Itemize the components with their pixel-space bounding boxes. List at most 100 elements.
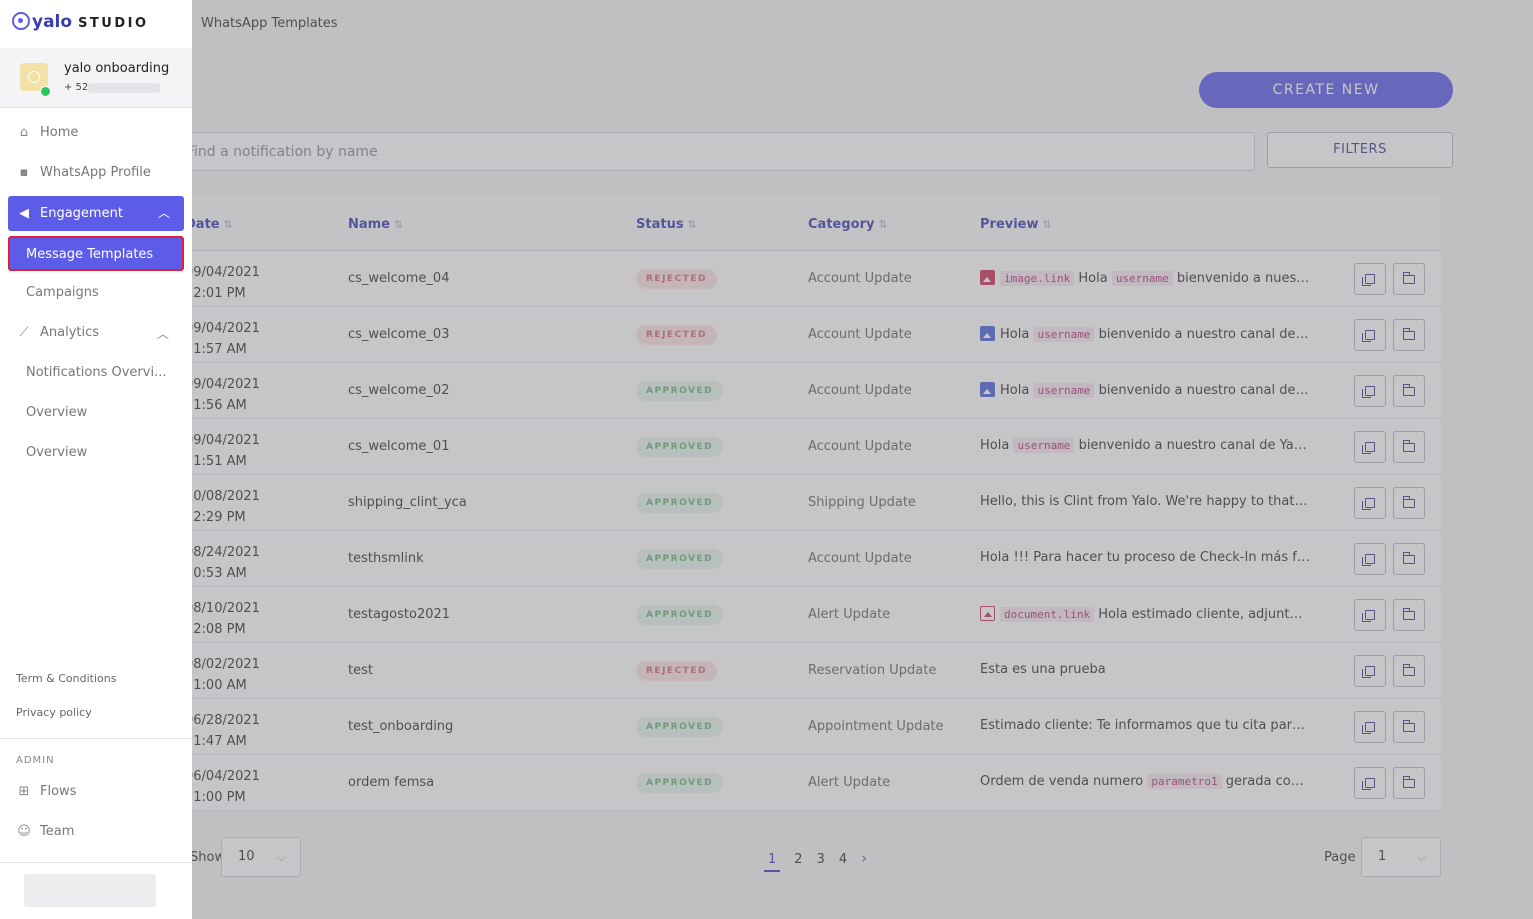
whatsapp-icon [40, 86, 51, 97]
duplicate-button[interactable] [1354, 375, 1386, 407]
header-name[interactable]: Name ⇅ [348, 217, 403, 232]
table-row[interactable]: 09/04/2021 11:56 AM cs_welcome_02 APPROVED A… [150, 363, 1441, 419]
archive-button[interactable] [1393, 543, 1425, 575]
table-row[interactable]: 08/02/2021 11:00 AM test REJECTED Reservatio… [150, 643, 1441, 699]
template-variable: image.link [1000, 271, 1075, 286]
chevron-up-icon[interactable]: ︿ [157, 325, 169, 342]
search-input[interactable] [151, 133, 1254, 170]
status-badge: APPROVED [636, 717, 724, 737]
divider [0, 738, 192, 739]
archive-button[interactable] [1393, 599, 1425, 631]
status-badge: REJECTED [636, 325, 717, 345]
filters-button[interactable]: FILTERS [1267, 132, 1453, 168]
sidebar-item-analytics[interactable]: ⟋ Analytics [16, 323, 99, 343]
row-preview: Esta es una prueba [980, 662, 1310, 677]
table-row[interactable]: 09/04/2021 12:01 PM cs_welcome_04 REJECTED A… [150, 251, 1441, 307]
page-number[interactable]: 4 [839, 852, 847, 870]
page-number[interactable]: 3 [817, 852, 825, 870]
sidebar-item-overview[interactable]: Overview [26, 405, 87, 420]
preview-text: Hola estimado cliente, adjunto a ... [1094, 607, 1310, 622]
duplicate-button[interactable] [1354, 767, 1386, 799]
sidebar-item-whatsapp-profile[interactable]: ▪ WhatsApp Profile [16, 163, 151, 183]
row-name: testhsmlink [348, 551, 424, 566]
preview-text: bienvenido a nuestro canal de Yalo... [1098, 327, 1310, 342]
copy-icon [1362, 778, 1375, 790]
duplicate-button[interactable] [1354, 711, 1386, 743]
terms-link[interactable]: Term & Conditions [16, 672, 116, 685]
table-row[interactable]: 08/10/2021 12:08 PM testagosto2021 APPROVED… [150, 587, 1441, 643]
archive-button[interactable] [1393, 767, 1425, 799]
row-preview: document.link Hola estimado cliente, adj… [980, 606, 1310, 622]
status-badge: APPROVED [636, 381, 724, 401]
row-category: Alert Update [808, 775, 891, 790]
chevron-down-icon: ⌵ [276, 850, 286, 864]
row-date: 06/28/2021 11:47 AM [185, 713, 260, 749]
table-row[interactable]: 08/24/2021 10:53 AM testhsmlink APPROVED Acc… [150, 531, 1441, 587]
status-badge: REJECTED [636, 269, 717, 289]
row-category: Account Update [808, 271, 912, 286]
folder-icon [1403, 776, 1415, 788]
row-date: 09/04/2021 12:01 PM [185, 265, 260, 301]
sidebar-item-overview-2[interactable]: Overview [26, 445, 87, 460]
chevron-right-icon[interactable]: › [861, 849, 867, 870]
duplicate-button[interactable] [1354, 487, 1386, 519]
pagination: 1 2 3 4 › [764, 849, 881, 872]
privacy-link[interactable]: Privacy policy [16, 706, 92, 719]
row-date: 08/10/2021 12:08 PM [185, 601, 260, 637]
copy-icon [1362, 274, 1375, 286]
sidebar-item-home[interactable]: ⌂ Home [16, 123, 79, 143]
row-category: Account Update [808, 551, 912, 566]
row-preview: Hola username bienvenido a nuestro canal… [980, 438, 1310, 453]
duplicate-button[interactable] [1354, 543, 1386, 575]
copy-icon [1362, 498, 1375, 510]
page-number[interactable]: 2 [794, 852, 802, 870]
table-row[interactable]: 09/04/2021 11:57 AM cs_welcome_03 REJECTED A… [150, 307, 1441, 363]
table-row[interactable]: 10/08/2021 12:29 PM shipping_clint_yca APPR… [150, 475, 1441, 531]
page-select[interactable]: 1 ⌵ [1361, 837, 1441, 877]
header-preview[interactable]: Preview ⇅ [980, 217, 1052, 232]
row-date: 08/24/2021 10:53 AM [185, 545, 260, 581]
sidebar-item-notifications-overview[interactable]: Notifications Overvi... [26, 365, 166, 380]
table-row[interactable]: 09/04/2021 11:51 AM cs_welcome_01 APPROVED A… [150, 419, 1441, 475]
search-box [150, 132, 1255, 171]
sort-icon: ⇅ [878, 218, 888, 231]
preview-text: gerada com su... [1225, 774, 1310, 789]
row-category: Reservation Update [808, 663, 937, 678]
user-profile-redacted[interactable] [24, 874, 156, 907]
sidebar-item-campaigns[interactable]: Campaigns [26, 285, 99, 300]
duplicate-button[interactable] [1354, 655, 1386, 687]
sidebar-item-flows[interactable]: ⊞ Flows [16, 782, 77, 802]
duplicate-button[interactable] [1354, 431, 1386, 463]
archive-button[interactable] [1393, 711, 1425, 743]
table-row[interactable]: 06/28/2021 11:47 AM test_onboarding APPROVE… [150, 699, 1441, 755]
sidebar-item-team[interactable]: ☺ Team [16, 822, 74, 842]
duplicate-button[interactable] [1354, 319, 1386, 351]
table-body: 09/04/2021 12:01 PM cs_welcome_04 REJECTED A… [150, 251, 1441, 811]
create-new-button[interactable]: CREATE NEW [1199, 72, 1453, 108]
archive-button[interactable] [1393, 263, 1425, 295]
rows-per-page-select[interactable]: 10 ⌵ [221, 837, 301, 877]
archive-button[interactable] [1393, 375, 1425, 407]
folder-icon [1403, 384, 1415, 396]
account-switcher[interactable]: yalo onboarding + 52 [0, 48, 192, 108]
sidebar-item-message-templates[interactable]: Message Templates [8, 236, 184, 271]
template-variable: username [1033, 327, 1095, 342]
header-category[interactable]: Category ⇅ [808, 217, 888, 232]
duplicate-button[interactable] [1354, 599, 1386, 631]
archive-button[interactable] [1393, 431, 1425, 463]
image-icon [980, 382, 995, 397]
templates-table: Date ⇅ Name ⇅ Status ⇅ Category ⇅ Preview ⇅ 0… [150, 196, 1441, 811]
page-number[interactable]: 1 [764, 852, 781, 872]
header-date[interactable]: Date ⇅ [185, 217, 233, 232]
header-status[interactable]: Status ⇅ [636, 217, 697, 232]
copy-icon [1362, 386, 1375, 398]
archive-button[interactable] [1393, 655, 1425, 687]
account-phone-redacted [88, 83, 160, 93]
duplicate-button[interactable] [1354, 263, 1386, 295]
table-row[interactable]: 06/04/2021 11:00 PM ordem femsa APPROVED Ale… [150, 755, 1441, 811]
image-icon [980, 270, 995, 285]
template-variable: username [1013, 438, 1075, 453]
archive-button[interactable] [1393, 487, 1425, 519]
archive-button[interactable] [1393, 319, 1425, 351]
sidebar-item-engagement[interactable]: ◀ Engagement ︿ [8, 196, 184, 231]
